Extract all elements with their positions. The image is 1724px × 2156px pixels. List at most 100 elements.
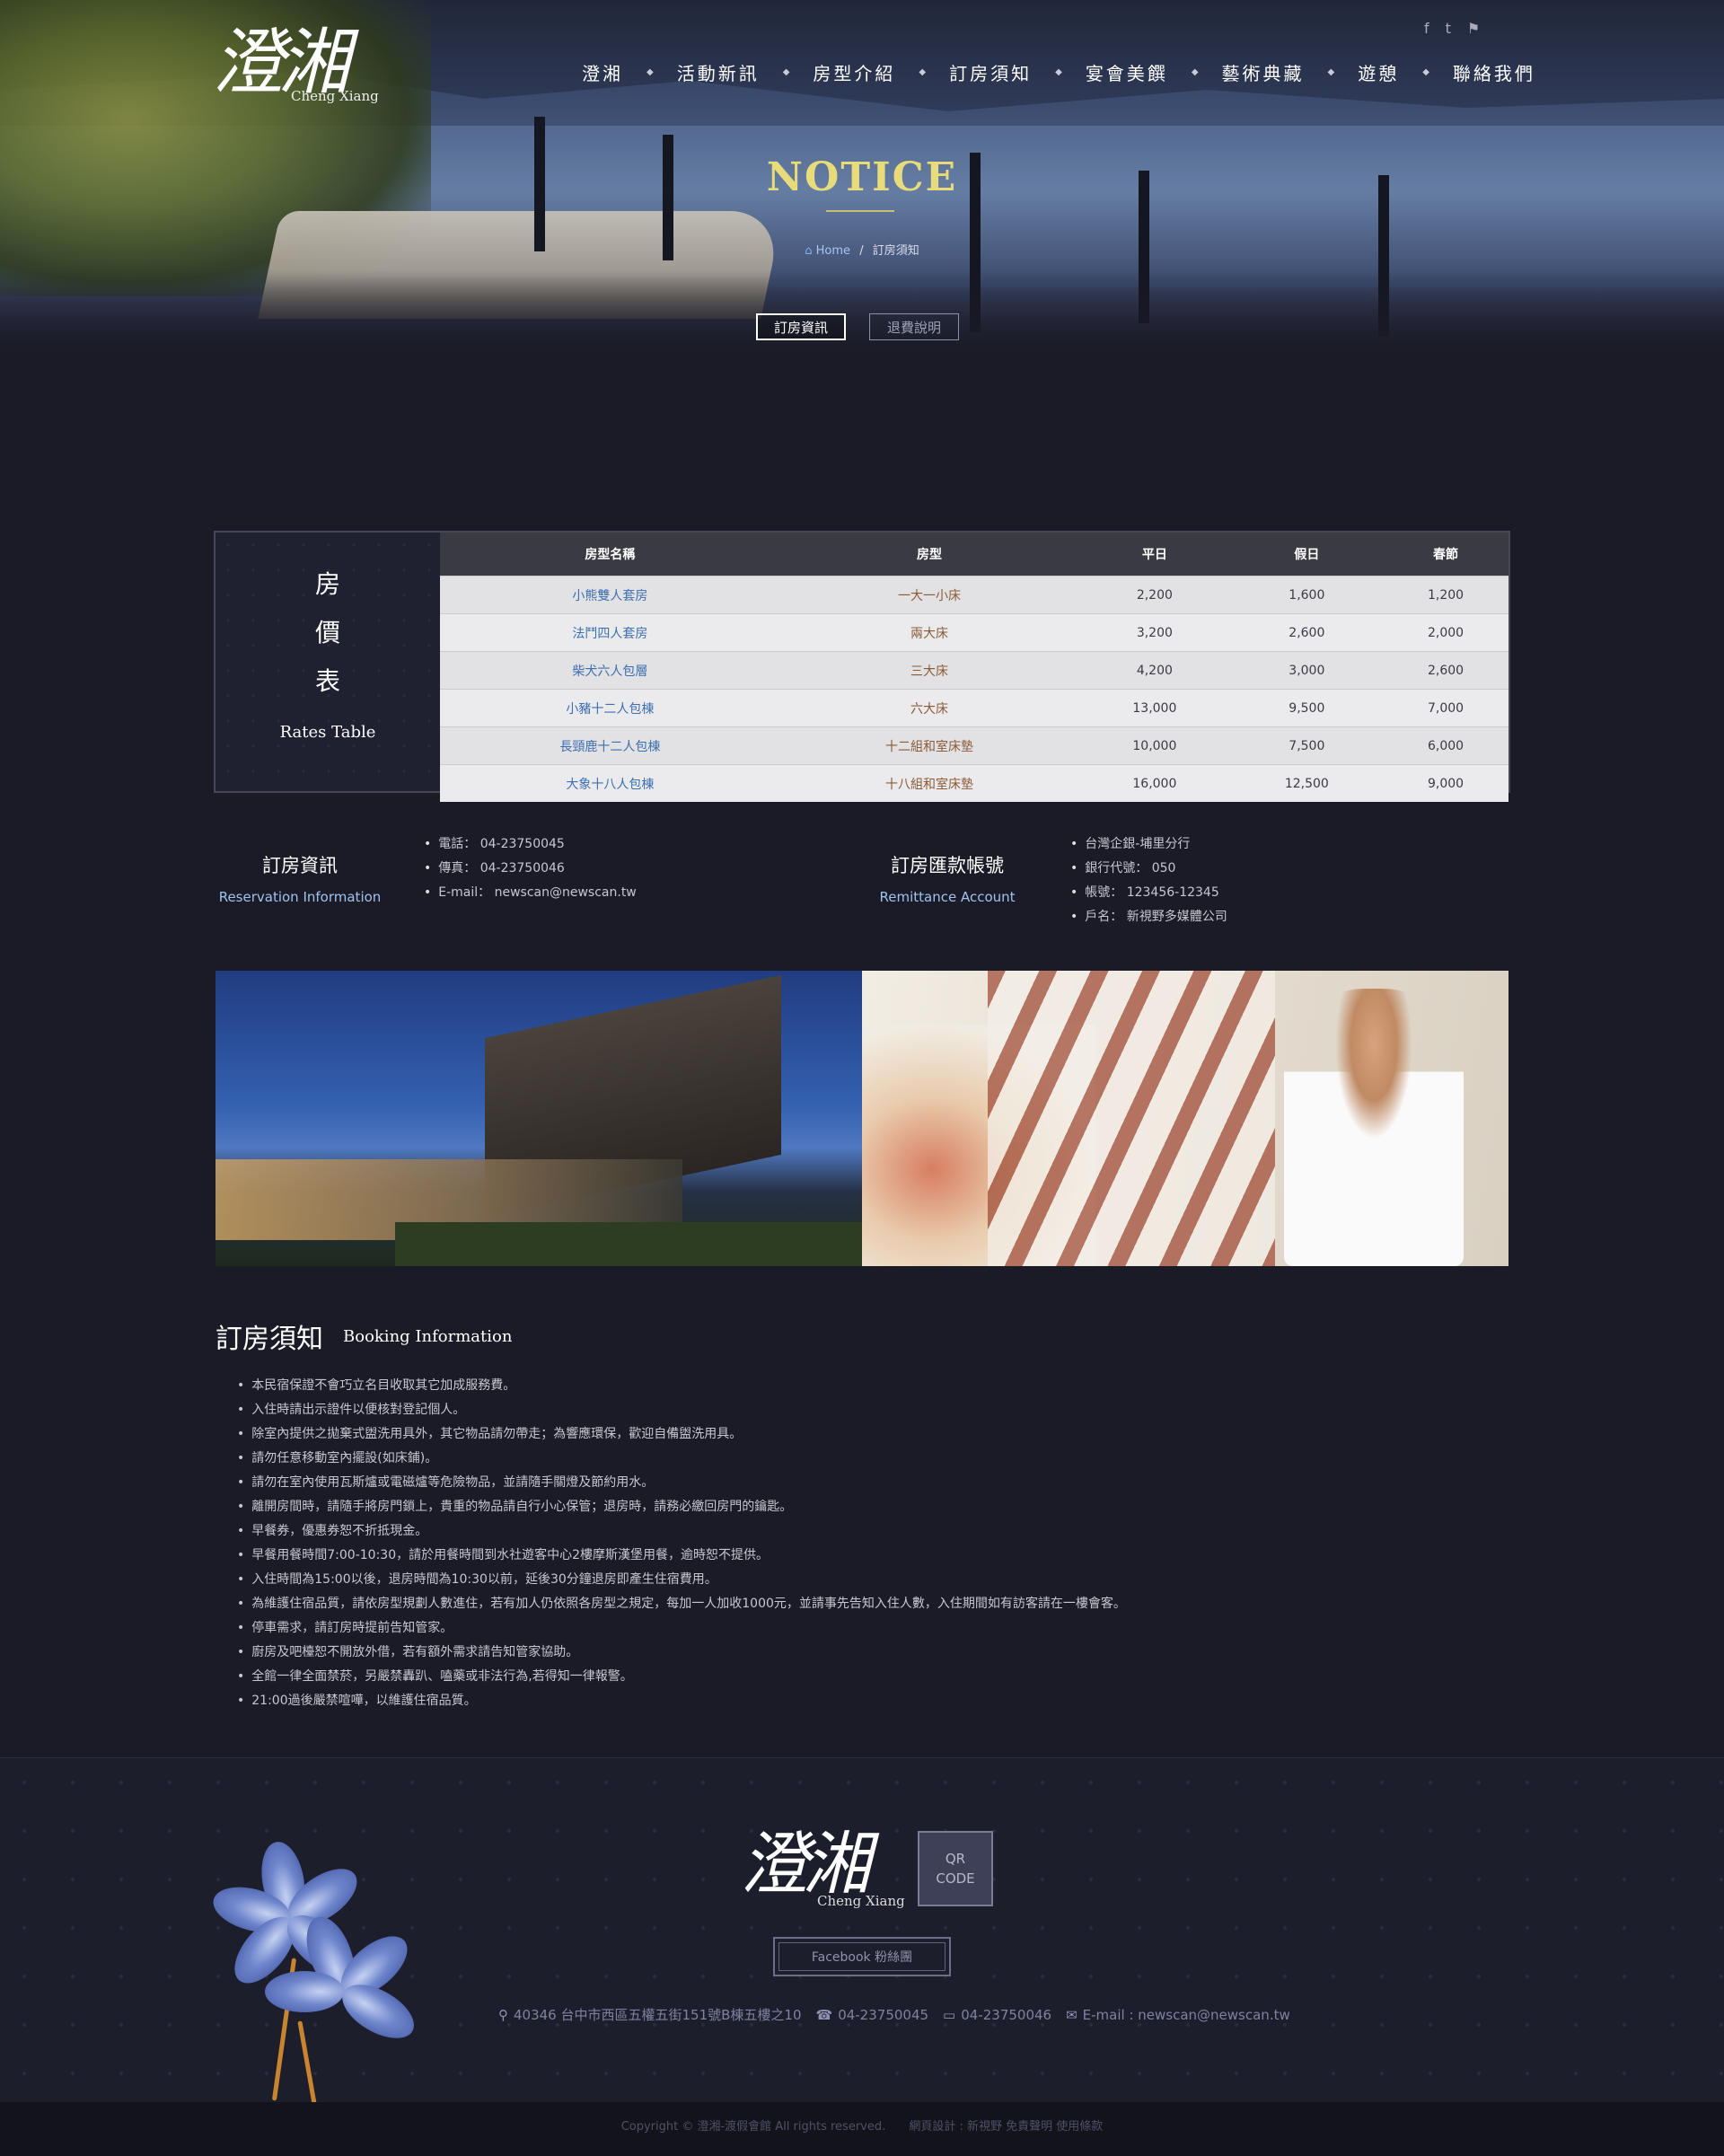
list-item: 電話： 04-23750045 — [424, 832, 637, 857]
list-item: 廚房及吧檯恕不開放外借，若有額外需求請告知管家協助。 — [237, 1641, 1512, 1665]
remittance-subtitle: Remittance Account — [879, 889, 1016, 905]
tab-booking-info[interactable]: 訂房資訊 — [756, 313, 846, 340]
nav-item-rooms[interactable]: 房型介紹 — [813, 59, 895, 85]
tab-refund[interactable]: 退費說明 — [869, 313, 959, 340]
list-item: 除室內提供之拋棄式盥洗用具外，其它物品請勿帶走；為響應環保，歡迎自備盥洗用具。 — [237, 1422, 1512, 1447]
price-weekday: 16,000 — [1078, 764, 1231, 802]
list-item: 傳真： 04-23750046 — [424, 857, 637, 881]
price-weekday: 13,000 — [1078, 689, 1231, 727]
home-icon: ⌂ — [805, 244, 813, 258]
list-item: 21:00過後嚴禁喧嘩，以維護住宿品質。 — [237, 1689, 1512, 1713]
room-name-link[interactable]: 長頸鹿十二人包棟 — [440, 726, 780, 765]
nav-item-leisure[interactable]: 遊憩 — [1358, 59, 1399, 85]
room-bed-cell: 六大床 — [779, 689, 1079, 727]
room-bed-cell: 兩大床 — [779, 613, 1079, 652]
room-name-link[interactable]: 柴犬六人包層 — [440, 651, 780, 690]
list-item: 離開房間時，請隨手將房門鎖上，貴重的物品請自行小心保管；退房時，請務必繳回房門的… — [237, 1495, 1512, 1519]
rates-title-char: 表 — [314, 666, 340, 696]
fax-item: ▭ 04-23750046 — [943, 2007, 1051, 2023]
notice-tabs: 訂房資訊 退費說明 — [756, 313, 959, 340]
nav-item-banquet[interactable]: 宴會美饌 — [1086, 59, 1168, 85]
reservation-heading: 訂房資訊 Reservation Information — [210, 851, 390, 905]
room-name-link[interactable]: 法鬥四人套房 — [440, 613, 780, 652]
table-row: 大象十八人包棟 十八組和室床墊 16,000 12,500 9,000 — [440, 764, 1508, 802]
room-name-link[interactable]: 小豬十二人包棟 — [440, 689, 780, 727]
email-text[interactable]: E-mail : newscan@newscan.tw — [1083, 2007, 1290, 2023]
flower-decoration — [207, 1832, 440, 2110]
list-item: 銀行代號： 050 — [1070, 857, 1227, 881]
list-item: 台灣企銀-埔里分行 — [1070, 832, 1227, 857]
table-header-row: 房型名稱 房型 平日 假日 春節 — [440, 532, 1508, 576]
nav-item-contact[interactable]: 聯絡我們 — [1453, 59, 1535, 85]
footer-logo[interactable]: 澄湘 Cheng Xiang — [740, 1828, 905, 1910]
price-spring: 7,000 — [1383, 689, 1508, 727]
room-name-link[interactable]: 大象十八人包棟 — [440, 764, 780, 802]
twitter-icon[interactable]: t — [1446, 20, 1451, 37]
mail-icon: ✉ — [1066, 2006, 1078, 2023]
reservation-title: 訂房資訊 — [262, 855, 338, 876]
breadcrumb: ⌂ Home / 訂房須知 — [0, 241, 1724, 258]
main-nav: 澄湘 ◆ 活動新訊 ◆ 房型介紹 ◆ 訂房須知 ◆ 宴會美饌 ◆ 藝術典藏 ◆ … — [582, 59, 1535, 85]
nav-item-news[interactable]: 活動新訊 — [677, 59, 760, 85]
qr-label-line1: QR — [945, 1851, 966, 1867]
price-holiday: 7,500 — [1230, 726, 1384, 765]
page-title: NOTICE — [766, 154, 958, 200]
qr-code-button[interactable]: QR CODE — [918, 1831, 993, 1906]
list-item: 請勿在室內使用瓦斯爐或電磁爐等危險物品，並請隨手關燈及節約用水。 — [237, 1471, 1512, 1495]
nav-separator-icon: ◆ — [1327, 67, 1335, 77]
list-item: 全館一律全面禁菸，另嚴禁轟趴、嗑藥或非法行為,若得知一律報警。 — [237, 1665, 1512, 1689]
list-item: 請勿任意移動室內擺設(如床鋪)。 — [237, 1447, 1512, 1471]
credits-links[interactable]: 網頁設計 : 新視野 免責聲明 使用條款 — [909, 2120, 1103, 2134]
logo-english: Cheng Xiang — [291, 88, 379, 104]
dining-photo — [862, 971, 1508, 1266]
email-item[interactable]: ✉ E-mail : newscan@newscan.tw — [1066, 2007, 1290, 2023]
rates-title-char: 價 — [314, 618, 340, 647]
facebook-icon[interactable]: f — [1424, 20, 1429, 37]
column-header: 房型名稱 — [440, 532, 780, 576]
nav-item-art[interactable]: 藝術典藏 — [1222, 59, 1305, 85]
list-item: 本民宿保證不會巧立名目收取其它加成服務費。 — [237, 1374, 1512, 1398]
hero-banner: 澄湘 Cheng Xiang f t ⚑ 澄湘 ◆ 活動新訊 ◆ 房型介紹 ◆ … — [0, 0, 1724, 359]
price-weekday: 3,200 — [1078, 613, 1231, 652]
flag-icon[interactable]: ⚑ — [1467, 20, 1480, 37]
price-weekday: 10,000 — [1078, 726, 1231, 765]
list-item[interactable]: E-mail： newscan@newscan.tw — [424, 881, 637, 905]
fax-text: 04-23750046 — [961, 2006, 1052, 2023]
price-spring: 1,200 — [1383, 576, 1508, 614]
site-logo[interactable]: 澄湘 Cheng Xiang — [212, 27, 391, 108]
column-header: 春節 — [1383, 532, 1508, 576]
nav-separator-icon: ◆ — [1191, 67, 1199, 77]
table-row: 長頸鹿十二人包棟 十二組和室床墊 10,000 7,500 6,000 — [440, 726, 1508, 765]
breadcrumb-home[interactable]: Home — [816, 244, 850, 258]
nav-item-notice[interactable]: 訂房須知 — [949, 59, 1032, 85]
room-name-link[interactable]: 小熊雙人套房 — [440, 576, 780, 614]
list-item: 入住時間為15:00以後，退房時間為10:30以前，延後30分鐘退房即產生住宿費… — [237, 1568, 1512, 1592]
phone-text: 04-23750045 — [838, 2006, 929, 2023]
rates-table-panel: 房 價 表 Rates Table 房型名稱 房型 平日 假日 春節 小熊雙人套… — [214, 531, 1510, 802]
room-bed-cell: 十八組和室床墊 — [779, 764, 1079, 802]
reservation-subtitle: Reservation Information — [218, 889, 382, 905]
price-spring: 6,000 — [1383, 726, 1508, 765]
nav-item-home[interactable]: 澄湘 — [582, 59, 623, 85]
list-item: 帳號： 123456-12345 — [1070, 881, 1227, 905]
phone-item: ☎ 04-23750045 — [816, 2007, 929, 2023]
price-holiday: 12,500 — [1230, 764, 1384, 802]
address-item: ⚲ 40346 台中市西區五權五街151號B棟五樓之10 — [498, 2005, 802, 2024]
list-item: 為維護住宿品質，請依房型規劃人數進住，若有加人仍依照各房型之規定，每加一人加收1… — [237, 1592, 1512, 1616]
price-spring: 2,000 — [1383, 613, 1508, 652]
qr-label-line2: CODE — [936, 1870, 975, 1887]
nav-separator-icon: ◆ — [782, 67, 790, 77]
fax-icon: ▭ — [943, 2006, 956, 2023]
nav-separator-icon: ◆ — [1422, 67, 1429, 77]
footer-logo-english: Cheng Xiang — [817, 1893, 905, 1909]
booking-subtitle: Booking Information — [343, 1327, 513, 1346]
copyright-bar: Copyright © 澄湘-渡假會館 All rights reserved.… — [0, 2102, 1724, 2156]
map-pin-icon: ⚲ — [498, 2007, 508, 2023]
flower-stem — [297, 2020, 318, 2110]
rates-title-char: 房 — [314, 569, 340, 599]
villa-lawn — [395, 1222, 862, 1266]
list-item: 早餐用餐時間7:00-10:30，請於用餐時間到水社遊客中心2樓摩斯漢堡用餐，逾… — [237, 1544, 1512, 1568]
facebook-fanpage-button[interactable]: Facebook 粉絲團 — [773, 1937, 951, 1976]
column-header: 假日 — [1230, 532, 1384, 576]
table-row: 小熊雙人套房 一大一小床 2,200 1,600 1,200 — [440, 576, 1508, 614]
